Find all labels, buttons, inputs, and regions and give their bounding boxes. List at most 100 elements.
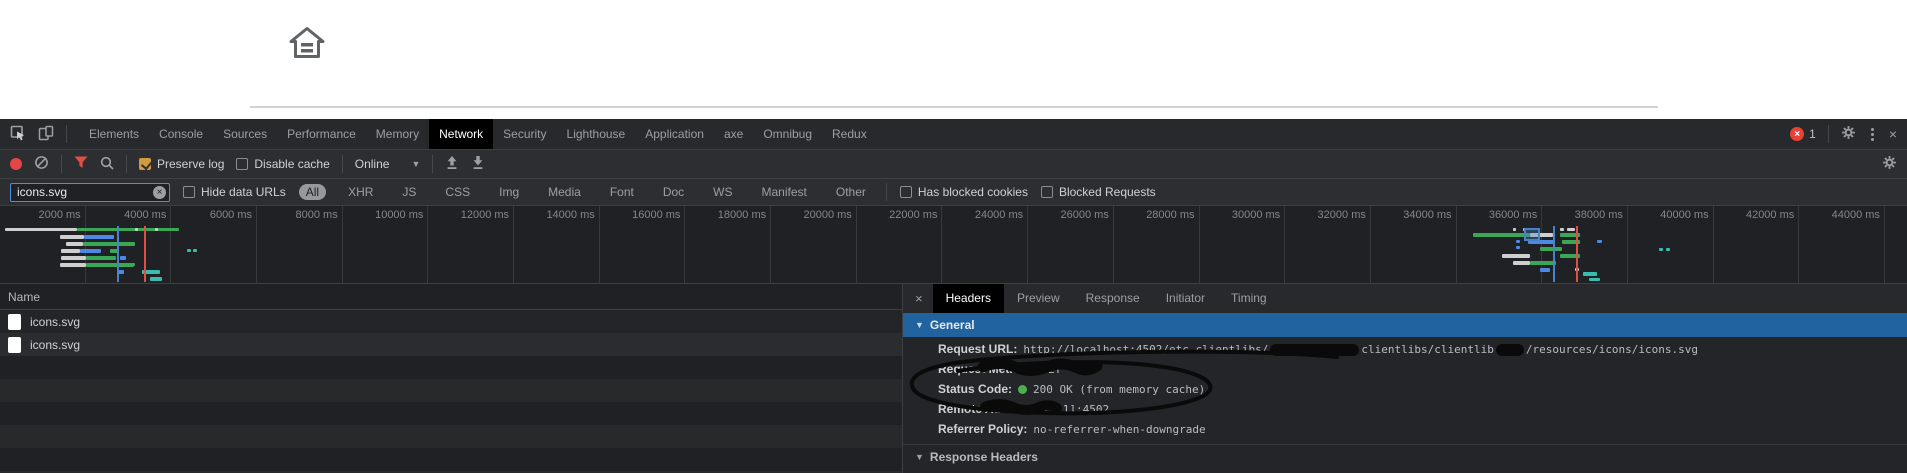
search-icon[interactable] [100,156,114,173]
request-row[interactable]: icons.svg [0,333,902,356]
checkbox-unchecked[interactable] [183,186,195,198]
network-settings-gear-icon[interactable] [1882,155,1897,173]
devtools-tab[interactable]: Elements [79,119,149,149]
network-filterbar: × Hide data URLs All XHR JS CSS Img Media Font… [0,179,1907,206]
divider [886,183,887,201]
preserve-log-checkbox[interactable]: Preserve log [139,157,224,171]
devtools-tab[interactable]: Omnibug [753,119,822,149]
timeline-column: 14000 ms [514,206,600,283]
timeline-tick-label: 2000 ms [38,209,80,221]
close-details-icon[interactable]: × [903,291,933,306]
status-code-row: Status Code: 200 OK (from memory cache) [903,379,1907,399]
checkbox-unchecked[interactable] [900,186,912,198]
filter-funnel-icon[interactable] [74,156,88,172]
devtools-tab[interactable]: Performance [277,119,366,149]
details-tab[interactable]: Timing [1218,284,1280,313]
devtools-tab[interactable]: Redux [822,119,877,149]
devtools-tab[interactable]: Network [429,119,493,149]
main-tabs: ElementsConsoleSourcesPerformanceMemoryN… [79,119,877,149]
has-blocked-cookies-label: Has blocked cookies [918,185,1028,199]
details-tab[interactable]: Preview [1004,284,1073,313]
waterfall-bar [1516,240,1520,243]
type-filter[interactable]: Media [541,184,588,200]
timeline-tick-label: 44000 ms [1832,209,1880,221]
device-toolbar-icon[interactable] [38,125,54,144]
details-tab[interactable]: Initiator [1153,284,1218,313]
type-filter[interactable]: Other [829,184,873,200]
import-har-icon[interactable] [445,155,459,173]
general-section-header[interactable]: ▼ General [903,313,1907,337]
devtools-tab[interactable]: Lighthouse [557,119,636,149]
settings-gear-icon[interactable] [1841,125,1856,143]
type-filter[interactable]: JS [395,184,423,200]
throttling-dropdown[interactable]: Online ▼ [355,157,421,171]
disable-cache-checkbox[interactable]: Disable cache [236,157,329,171]
checkbox-checked[interactable] [139,158,151,170]
hide-data-urls-checkbox[interactable]: Hide data URLs [183,185,286,199]
timeline-tick-label: 4000 ms [124,209,166,221]
type-filter[interactable]: All [299,184,326,200]
dom-content-loaded-line [1553,226,1555,282]
general-title: General [930,318,975,332]
timeline-tick-label: 40000 ms [1660,209,1708,221]
name-column-header[interactable]: Name [0,284,902,310]
error-badge[interactable]: × 1 [1790,127,1816,141]
hide-data-urls-label: Hide data URLs [201,185,286,199]
request-row[interactable]: icons.svg [0,310,902,333]
export-har-icon[interactable] [471,155,485,173]
close-devtools-icon[interactable]: × [1889,126,1897,142]
waterfall-bar [1513,228,1516,231]
response-headers-section-header[interactable]: ▼ Response Headers [903,444,1907,468]
waterfall-bar [150,277,162,281]
error-badge-count: 1 [1809,127,1816,141]
timeline-column: 34000 ms [1371,206,1457,283]
timeline-column: 20000 ms [771,206,857,283]
waterfall-bar [1502,254,1530,258]
type-filter[interactable]: Manifest [755,184,814,200]
devtools-tab[interactable]: Memory [366,119,429,149]
more-options-icon[interactable] [1868,128,1877,141]
divider [432,155,433,173]
blocked-requests-checkbox[interactable]: Blocked Requests [1041,185,1156,199]
page: ElementsConsoleSourcesPerformanceMemoryN… [0,0,1907,473]
type-filter[interactable]: Font [603,184,641,200]
type-filter[interactable]: Img [492,184,526,200]
clear-filter-icon[interactable]: × [153,186,166,199]
home-icon[interactable] [288,24,326,67]
type-filter[interactable]: WS [706,184,739,200]
request-method-value: GET [1041,363,1061,376]
record-button[interactable] [10,158,22,170]
devtools-tabbar: ElementsConsoleSourcesPerformanceMemoryN… [0,119,1907,150]
file-icon [8,314,21,330]
devtools-tab[interactable]: axe [714,119,753,149]
type-filter[interactable]: XHR [341,184,380,200]
waterfall-bar [80,249,101,253]
devtools-tab[interactable]: Application [635,119,714,149]
waterfall-bar [77,228,179,231]
devtools-tab[interactable]: Sources [213,119,277,149]
checkbox-unchecked[interactable] [236,158,248,170]
load-event-line [144,226,146,282]
request-method-row: Request Method: GET [903,359,1907,379]
load-event-line [1576,226,1578,282]
type-filter[interactable]: CSS [438,184,477,200]
waterfall-bar [66,242,83,246]
browser-page-area [0,0,1907,119]
devtools-tab[interactable]: Console [149,119,213,149]
filter-input[interactable] [10,183,170,202]
redaction-scribble [1496,344,1524,356]
details-tab[interactable]: Response [1073,284,1153,313]
waterfall-bar [126,263,135,266]
network-overview-timeline[interactable]: 2000 ms4000 ms6000 ms8000 ms10000 ms1200… [0,206,1907,284]
type-filter[interactable]: Doc [656,184,691,200]
details-tab[interactable]: Headers [933,284,1004,313]
waterfall-bar [193,249,197,252]
clear-icon[interactable] [34,155,49,173]
waterfall-bar [5,228,77,231]
devtools-tab[interactable]: Security [493,119,556,149]
has-blocked-cookies-checkbox[interactable]: Has blocked cookies [900,185,1028,199]
waterfall-bar [1666,248,1670,251]
request-url-part: /resources/icons/icons.svg [1526,343,1698,356]
checkbox-unchecked[interactable] [1041,186,1053,198]
inspect-element-icon[interactable] [10,125,26,144]
